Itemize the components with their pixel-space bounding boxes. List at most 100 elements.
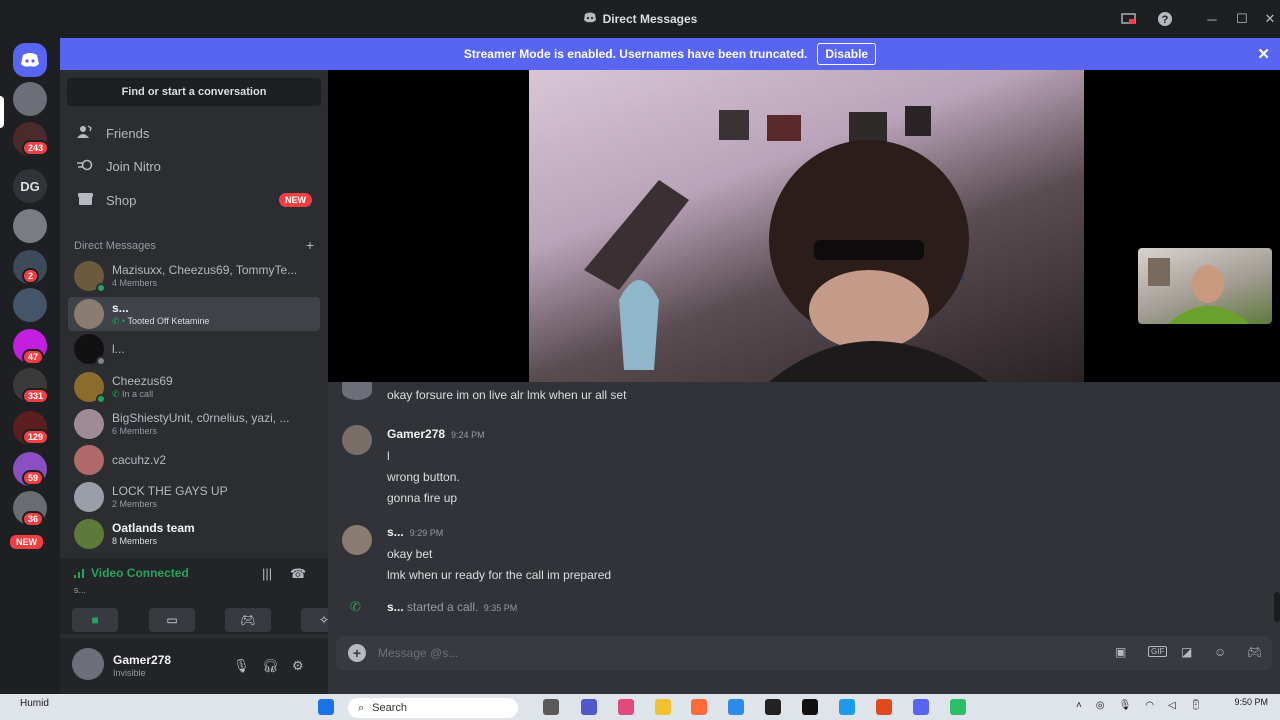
firefox-icon[interactable]	[691, 699, 707, 715]
dm-item[interactable]: Cheezus69 ✆ In a call	[68, 370, 320, 404]
discord-icon	[583, 12, 597, 26]
dm-item[interactable]: Mazisuxx, Cheezus69, TommyTe... 4 Members	[68, 259, 320, 293]
main-video-feed[interactable]	[529, 70, 1084, 382]
create-dm-icon[interactable]: +	[306, 238, 314, 252]
nav-shop[interactable]: Shop NEW	[68, 184, 320, 216]
message-author[interactable]: s...	[387, 525, 404, 539]
user-panel: Gamer278 Invisible 🎙︎ 🎧︎ ⚙	[60, 638, 328, 694]
voice-channel: s...	[74, 585, 87, 595]
message: okay forsure im on live alr lmk when ur …	[387, 388, 627, 402]
start-icon[interactable]	[318, 699, 334, 715]
task-view-icon[interactable]	[543, 699, 559, 715]
noise-suppression-icon[interactable]: |||	[262, 566, 272, 581]
taskbar-search[interactable]: ⌕ Search	[348, 698, 518, 718]
dm-item[interactable]: LOCK THE GAYS UP 2 Members	[68, 480, 320, 514]
message: Gamer278 9:24 PM l wrong button. gonna fi…	[387, 427, 485, 505]
activity-button[interactable]: 🎮︎	[225, 608, 271, 632]
nav-nitro[interactable]: Join Nitro	[68, 150, 320, 182]
discord-taskbar-icon[interactable]	[913, 699, 929, 715]
close-banner-icon[interactable]: ✕	[1257, 45, 1270, 63]
headphones-icon[interactable]: 🎧︎	[262, 658, 279, 674]
avatar[interactable]	[342, 525, 372, 555]
avatar	[74, 334, 106, 366]
system-tray-icons[interactable]: ˄◎🎙︎◠◁🔋︎	[1076, 700, 1216, 711]
dm-item[interactable]: Oatlands team 8 Members	[68, 517, 320, 551]
gif-icon[interactable]: GIF	[1148, 646, 1168, 657]
minimize-icon[interactable]: ─	[1203, 10, 1221, 28]
app-icon[interactable]	[950, 699, 966, 715]
edge-icon[interactable]	[839, 699, 855, 715]
avatar	[74, 482, 104, 512]
app-icon[interactable]	[876, 699, 892, 715]
clock[interactable]: 9:50 PM	[1234, 697, 1268, 707]
guild-badge: 59	[22, 470, 45, 486]
emoji-icon[interactable]: ☺	[1214, 645, 1226, 659]
avatar	[74, 445, 104, 475]
guild-icon-3[interactable]: DG	[13, 169, 47, 203]
nitro-icon	[76, 158, 94, 174]
user-status: Invisible	[113, 668, 146, 678]
message-input[interactable]	[378, 642, 1058, 664]
close-window-icon[interactable]: ✕	[1261, 10, 1279, 28]
guild-icon-4[interactable]	[13, 209, 47, 243]
avatar[interactable]	[342, 382, 372, 400]
file-explorer-icon[interactable]	[655, 699, 671, 715]
avatar[interactable]	[72, 648, 104, 680]
mail-icon[interactable]	[728, 699, 744, 715]
self-video-preview[interactable]	[1138, 248, 1272, 324]
screen-share-icon[interactable]	[1119, 10, 1137, 28]
guild-icon-1[interactable]	[13, 82, 47, 116]
teams-icon[interactable]	[581, 699, 597, 715]
gift-icon[interactable]: ▣	[1115, 645, 1126, 659]
dropbox-icon[interactable]	[765, 699, 781, 715]
settings-gear-icon[interactable]: ⚙	[292, 658, 304, 674]
disable-button[interactable]: Disable	[817, 43, 877, 65]
screen-share-button[interactable]: ▭	[149, 608, 195, 632]
phone-icon: ✆	[112, 388, 123, 399]
voice-status: Video Connected	[74, 566, 189, 580]
selected-indicator	[0, 96, 4, 128]
attach-plus-icon[interactable]: +	[348, 644, 366, 662]
copilot-icon[interactable]	[618, 699, 634, 715]
dm-item[interactable]: BigShiestyUnit, c0rnelius, yazi, ... 6 Me…	[68, 407, 320, 441]
shop-icon	[76, 192, 94, 209]
weather-widget[interactable]: Humid	[20, 698, 49, 709]
camera-button[interactable]: ■	[72, 608, 118, 632]
new-servers-pill[interactable]: NEW	[8, 533, 45, 551]
activities-icon[interactable]: 🎮︎	[1247, 645, 1262, 659]
sticker-icon[interactable]: ◪	[1181, 645, 1192, 659]
help-icon[interactable]: ?	[1156, 10, 1174, 28]
guild-icon-6[interactable]	[13, 288, 47, 322]
banner-text: Streamer Mode is enabled. Usernames have…	[463, 47, 808, 61]
avatar[interactable]	[342, 425, 372, 455]
netflix-icon[interactable]	[802, 699, 818, 715]
home-button[interactable]	[13, 43, 47, 77]
avatar	[74, 299, 104, 329]
message-author[interactable]: Gamer278	[387, 427, 445, 441]
dm-item[interactable]: l...	[68, 332, 320, 366]
disconnect-icon[interactable]: ☎	[290, 566, 306, 582]
guild-badge: 129	[22, 429, 50, 445]
maximize-icon[interactable]: ☐	[1233, 10, 1251, 28]
screen-share-icon: ▭	[166, 613, 178, 627]
search-icon: ⌕	[358, 701, 365, 714]
scrollbar[interactable]	[1274, 592, 1280, 622]
online-status	[96, 283, 106, 293]
find-conversation-button[interactable]: Find or start a conversation	[67, 78, 321, 106]
dm-item-selected[interactable]: s... ✆ • Tooted Off Ketamine	[68, 297, 320, 331]
dm-sidebar: Find or start a conversation Friends Joi…	[60, 70, 347, 694]
nav-friends[interactable]: Friends	[68, 117, 320, 149]
dm-item[interactable]: cacuhz.v2	[68, 443, 320, 477]
guild-badge: 2	[22, 268, 40, 284]
preview-frame	[1148, 258, 1250, 324]
title-bar: Direct Messages ? ─ ☐ ✕	[0, 0, 1280, 38]
avatar	[74, 372, 106, 404]
username: Gamer278	[113, 653, 172, 667]
camera-icon: ■	[91, 613, 99, 627]
message-timestamp: 9:24 PM	[451, 430, 485, 440]
message-timestamp: 9:29 PM	[409, 528, 444, 538]
guild-badge: 331	[22, 388, 50, 404]
svg-text:?: ?	[1162, 14, 1169, 26]
message-composer: + ▣ GIF ◪ ☺ 🎮︎	[336, 636, 1272, 670]
microphone-icon[interactable]: 🎙︎	[233, 658, 250, 674]
